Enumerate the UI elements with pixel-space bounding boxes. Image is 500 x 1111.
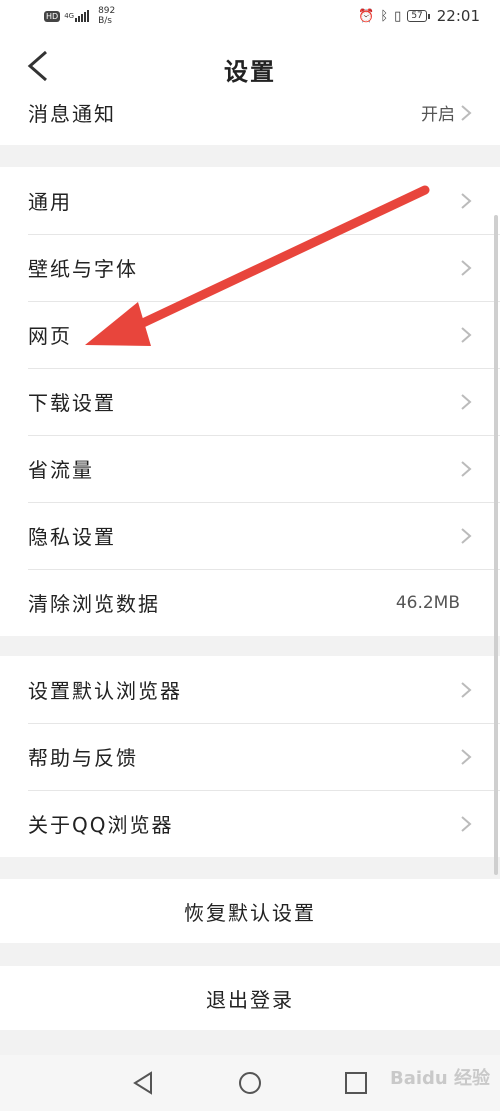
scrollbar[interactable] (494, 215, 498, 875)
chevron-right-icon (461, 748, 472, 765)
header: 设置 (0, 34, 500, 100)
chevron-right-icon (461, 192, 472, 209)
settings-row-privacy[interactable]: 隐私设置 (0, 502, 500, 569)
row-label: 下载设置 (28, 391, 116, 415)
network-type: 4G (64, 12, 75, 20)
page-title: 设置 (224, 58, 276, 86)
chevron-right-icon (461, 460, 472, 477)
settings-row-webpage[interactable]: 网页 (0, 301, 500, 368)
nav-recents-icon[interactable] (342, 1069, 370, 1097)
settings-row-help-feedback[interactable]: 帮助与反馈 (0, 723, 500, 790)
network-speed-unit: B/s (98, 16, 112, 26)
nav-home-icon[interactable] (236, 1069, 264, 1097)
settings-row-download[interactable]: 下载设置 (0, 368, 500, 435)
chevron-right-icon (461, 104, 472, 121)
chevron-right-icon (461, 681, 472, 698)
row-label: 帮助与反馈 (28, 746, 138, 770)
hd-badge: HD (44, 10, 61, 22)
signal-icon (75, 10, 90, 22)
row-label: 网页 (28, 324, 72, 348)
settings-row-about[interactable]: 关于QQ浏览器 (0, 790, 500, 857)
chevron-right-icon (461, 815, 472, 832)
chevron-right-icon (461, 393, 472, 410)
nav-back-icon[interactable] (129, 1069, 157, 1097)
battery-icon: 57 (407, 10, 431, 22)
row-label: 通用 (28, 190, 72, 214)
vibrate-icon: ▯ (394, 8, 402, 24)
settings-row-clear-data[interactable]: 清除浏览数据 46.2MB (0, 569, 500, 636)
chevron-right-icon (461, 259, 472, 276)
bluetooth-icon: ᛒ (380, 8, 389, 24)
settings-row-data-saver[interactable]: 省流量 (0, 435, 500, 502)
row-label: 壁纸与字体 (28, 257, 138, 281)
alarm-icon: ⏰ (358, 8, 375, 24)
network-speed: 892 B/s (98, 6, 115, 26)
row-label: 关于QQ浏览器 (28, 813, 174, 837)
chevron-right-icon (461, 527, 472, 544)
row-label: 隐私设置 (28, 525, 116, 549)
status-bar: HD 4G 892 B/s ⏰ ᛒ ▯ 57 22:01 (0, 0, 500, 34)
baidu-watermark: Baidu 经验 (389, 1068, 490, 1089)
settings-row-notify[interactable]: 消息通知 开启 (0, 100, 500, 135)
logout-button[interactable]: 退出登录 (0, 966, 500, 1030)
row-label: 消息通知 (28, 102, 116, 126)
row-label: 清除浏览数据 (28, 592, 160, 616)
clock: 22:01 (436, 7, 480, 25)
restore-default-button[interactable]: 恢复默认设置 (0, 879, 500, 943)
settings-row-default-browser[interactable]: 设置默认浏览器 (0, 656, 500, 723)
settings-group-1: 通用 壁纸与字体 网页 下载设置 省流量 隐私设置 清除浏览数据 46.2MB (0, 167, 500, 636)
settings-row-wallpaper-font[interactable]: 壁纸与字体 (0, 234, 500, 301)
row-value: 开启 (421, 105, 455, 125)
cache-size: 46.2MB (395, 592, 460, 613)
row-label: 省流量 (28, 458, 94, 482)
settings-row-general[interactable]: 通用 (0, 167, 500, 234)
restore-section: 恢复默认设置 (0, 879, 500, 943)
network-speed-value: 892 (98, 6, 116, 16)
row-label: 设置默认浏览器 (28, 679, 182, 703)
logout-section: 退出登录 (0, 966, 500, 1030)
chevron-right-icon (461, 326, 472, 343)
notify-section: 消息通知 开启 (0, 100, 500, 145)
settings-group-2: 设置默认浏览器 帮助与反馈 关于QQ浏览器 (0, 656, 500, 857)
